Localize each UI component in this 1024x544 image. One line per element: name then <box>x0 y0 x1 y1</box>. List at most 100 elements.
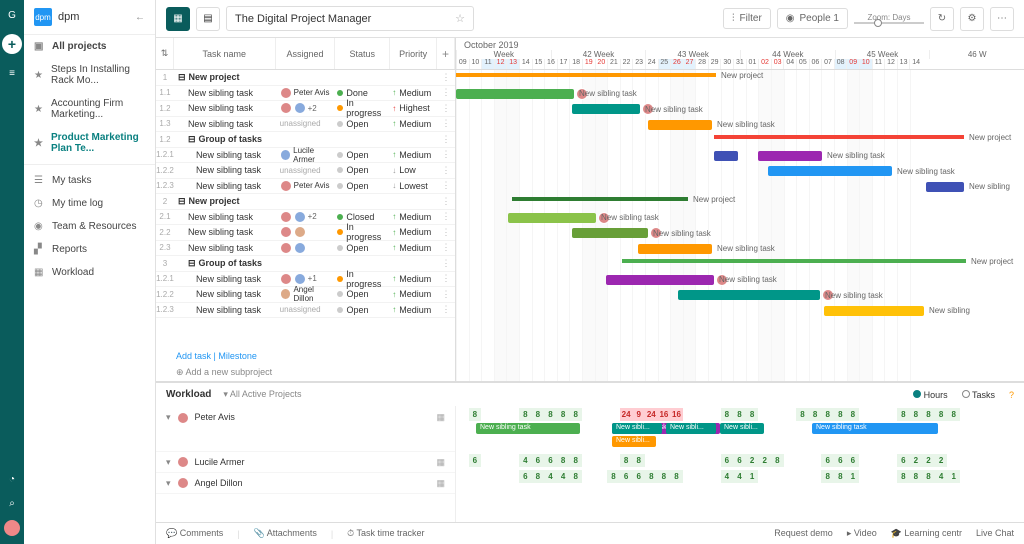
sidebar-item[interactable]: ◉Team & Resources <box>24 215 155 238</box>
chat-link[interactable]: Live Chat <box>976 528 1014 539</box>
workload-bar[interactable]: New sibli... <box>612 423 662 434</box>
workload-cell: 8 <box>519 408 532 421</box>
workload-bar[interactable]: New sibling task <box>476 423 580 434</box>
calendar-icon[interactable]: ▦ <box>436 412 445 423</box>
gantt-bar[interactable]: New sibling task <box>508 213 596 223</box>
gantt-bar[interactable]: New project <box>714 135 964 139</box>
chevron-icon[interactable]: ▾ <box>166 412 171 423</box>
workload-cell: 2 <box>758 454 771 467</box>
gantt-bar[interactable]: New sibling task <box>678 290 820 300</box>
task-row[interactable]: 1.2.3New sibling taskunassignedOpen↑Medi… <box>156 303 455 319</box>
gantt-bar[interactable]: New sibling <box>824 306 924 316</box>
workload-person-row[interactable]: ▾Angel Dillon▦ <box>156 473 455 494</box>
chevron-icon[interactable]: ▾ <box>166 457 171 468</box>
filter-button[interactable]: ⫶Filter <box>723 8 771 29</box>
calendar-icon[interactable]: ▦ <box>436 478 445 489</box>
col-priority[interactable]: Priority <box>390 38 437 69</box>
star-icon[interactable]: ☆ <box>455 12 465 25</box>
more-icon[interactable]: ⋯ <box>990 7 1014 31</box>
gantt-bar[interactable]: New sibling task <box>572 104 640 114</box>
task-row[interactable]: 3⊟ Group of tasks⋮ <box>156 256 455 272</box>
help-icon[interactable]: ? <box>1009 390 1014 400</box>
view-gantt-button[interactable]: ▦ <box>166 7 190 31</box>
gantt-bar[interactable]: New sibling task <box>606 275 714 285</box>
gantt-chart[interactable]: October 2019 Week42 Week43 Week44 Week45… <box>456 38 1024 381</box>
comments-link[interactable]: 💬 Comments <box>166 528 223 539</box>
chevron-icon[interactable]: ▾ <box>166 478 171 489</box>
sidebar-all-projects[interactable]: ▣ All projects <box>24 35 155 58</box>
task-row[interactable]: 1.2.1New sibling taskLucile ArmerOpen↑Me… <box>156 148 455 164</box>
bell-icon[interactable]: ◔ <box>5 472 19 486</box>
attachments-link[interactable]: 📎 Attachments <box>254 528 317 539</box>
gantt-bar[interactable]: New sibling task <box>638 244 712 254</box>
learning-link[interactable]: 🎓 Learning centr <box>891 528 962 539</box>
gantt-bar[interactable]: New sibling task <box>572 228 648 238</box>
task-row[interactable]: 1.2New sibling task+2In progress↑Highest… <box>156 101 455 117</box>
menu-icon[interactable]: ≡ <box>5 66 19 80</box>
gantt-bar[interactable]: New sibling task <box>648 120 712 130</box>
sidebar-item[interactable]: ▞Reports <box>24 238 155 261</box>
col-index[interactable]: ⇅ <box>156 38 174 69</box>
workload-cell: 4 <box>733 470 746 483</box>
workload-bar[interactable]: New sibli... <box>612 436 656 447</box>
gantt-bar[interactable]: New sibling task <box>768 166 892 176</box>
gantt-bar[interactable]: New project <box>512 197 688 201</box>
people-button[interactable]: ◉People 1 <box>777 8 848 29</box>
task-row[interactable]: 1.2.3New sibling taskPeter AvisOpen↓Lowe… <box>156 179 455 195</box>
collapse-icon[interactable]: ← <box>135 12 145 23</box>
task-row[interactable]: 2⊟ New project⋮ <box>156 194 455 210</box>
col-task[interactable]: Task name <box>174 38 276 69</box>
gantt-bar[interactable]: New sibling <box>926 182 964 192</box>
demo-link[interactable]: Request demo <box>774 528 833 539</box>
view-board-button[interactable]: ▤ <box>196 7 220 31</box>
sidebar-project[interactable]: ★Product Marketing Plan Te... <box>24 126 155 160</box>
search-icon[interactable]: ⌕ <box>5 496 19 510</box>
workload-filter[interactable]: ▾ All Active Projects <box>223 389 301 400</box>
add-milestone-link[interactable]: Milestone <box>218 351 257 361</box>
project-title-input[interactable]: The Digital Project Manager ☆ <box>226 6 474 31</box>
tasks-radio[interactable]: Tasks <box>962 390 995 400</box>
gantt-bar[interactable]: New project <box>622 259 966 263</box>
sidebar-item[interactable]: ◷My time log <box>24 192 155 215</box>
workload-person-row[interactable]: ▾Lucile Armer▦ <box>156 452 455 473</box>
clock-icon: ◷ <box>34 198 44 209</box>
day-label: 26 <box>670 59 683 69</box>
col-assigned[interactable]: Assigned <box>276 38 336 69</box>
history-icon[interactable]: ↻ <box>930 7 954 31</box>
task-row[interactable]: 1⊟ New project⋮ <box>156 70 455 86</box>
add-column-button[interactable]: + <box>437 38 455 69</box>
task-row[interactable]: 1.1New sibling taskPeter AvisDone↑Medium… <box>156 86 455 102</box>
workload-cell: 8 <box>532 408 545 421</box>
bar-label: New sibling task <box>579 89 637 98</box>
workload-bar[interactable]: New sibli... <box>666 423 716 434</box>
sidebar-project[interactable]: ★Accounting Firm Marketing... <box>24 92 155 126</box>
sidebar-project[interactable]: ★Steps In Installing Rack Mo... <box>24 58 155 92</box>
add-subproject-link[interactable]: Add a new subproject <box>186 367 273 377</box>
task-row[interactable]: 1.3New sibling taskunassignedOpen↑Medium… <box>156 117 455 133</box>
col-status[interactable]: Status <box>335 38 390 69</box>
hours-radio[interactable]: Hours <box>913 390 948 400</box>
workload-person-row[interactable]: ▾Peter Avis▦ <box>156 406 455 452</box>
add-button[interactable]: + <box>2 34 22 54</box>
workload-cell: 6 <box>469 454 482 467</box>
sidebar-item[interactable]: ▦Workload <box>24 261 155 284</box>
calendar-icon[interactable]: ▦ <box>436 457 445 468</box>
user-avatar[interactable] <box>4 520 20 536</box>
task-row[interactable]: 1.2.2New sibling taskunassignedOpen↓Low⋮ <box>156 163 455 179</box>
add-task-link[interactable]: Add task <box>176 351 211 361</box>
video-link[interactable]: ▸ Video <box>847 528 877 539</box>
gantt-bar[interactable]: New sibling task <box>456 89 574 99</box>
logo-icon[interactable]: G <box>5 8 19 22</box>
gantt-bar[interactable] <box>714 151 738 161</box>
task-row[interactable]: 2.2New sibling taskIn progress↑Medium⋮ <box>156 225 455 241</box>
workload-bar[interactable]: New sibli... <box>720 423 764 434</box>
settings-icon[interactable]: ⚙ <box>960 7 984 31</box>
gantt-bar[interactable]: New sibling task <box>758 151 822 161</box>
timer-link[interactable]: ⏱ Task time tracker <box>347 528 424 539</box>
gantt-bar[interactable]: New project <box>456 73 716 77</box>
workload-bar[interactable]: New sibling task <box>812 423 938 434</box>
task-row[interactable]: 2.3New sibling taskOpen↑Medium⋮ <box>156 241 455 257</box>
sidebar-item[interactable]: ☰My tasks <box>24 169 155 192</box>
task-row[interactable]: 2.1New sibling task+2Closed↑Medium⋮ <box>156 210 455 226</box>
task-row[interactable]: 1.2.2New sibling taskAngel DillonOpen↑Me… <box>156 287 455 303</box>
